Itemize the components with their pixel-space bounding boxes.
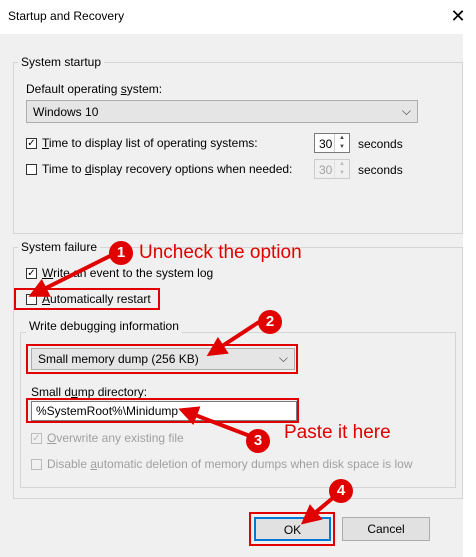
annotation-text-1: Uncheck the option xyxy=(139,242,302,263)
arrow-4 xyxy=(300,495,336,525)
arrow-1 xyxy=(28,253,113,297)
annotation-text-3: Paste it here xyxy=(284,422,391,443)
annotation-badge-3: 3 xyxy=(246,429,270,453)
annotation-badge-1: 1 xyxy=(109,241,133,265)
annotation-badge-2: 2 xyxy=(258,310,282,334)
arrow-3 xyxy=(178,406,251,438)
arrow-2 xyxy=(206,320,261,357)
annotation-arrows xyxy=(28,253,336,525)
annotation-badge-4: 4 xyxy=(329,479,353,503)
startup-recovery-dialog: Startup and Recovery ✕ System startup De… xyxy=(0,0,476,557)
